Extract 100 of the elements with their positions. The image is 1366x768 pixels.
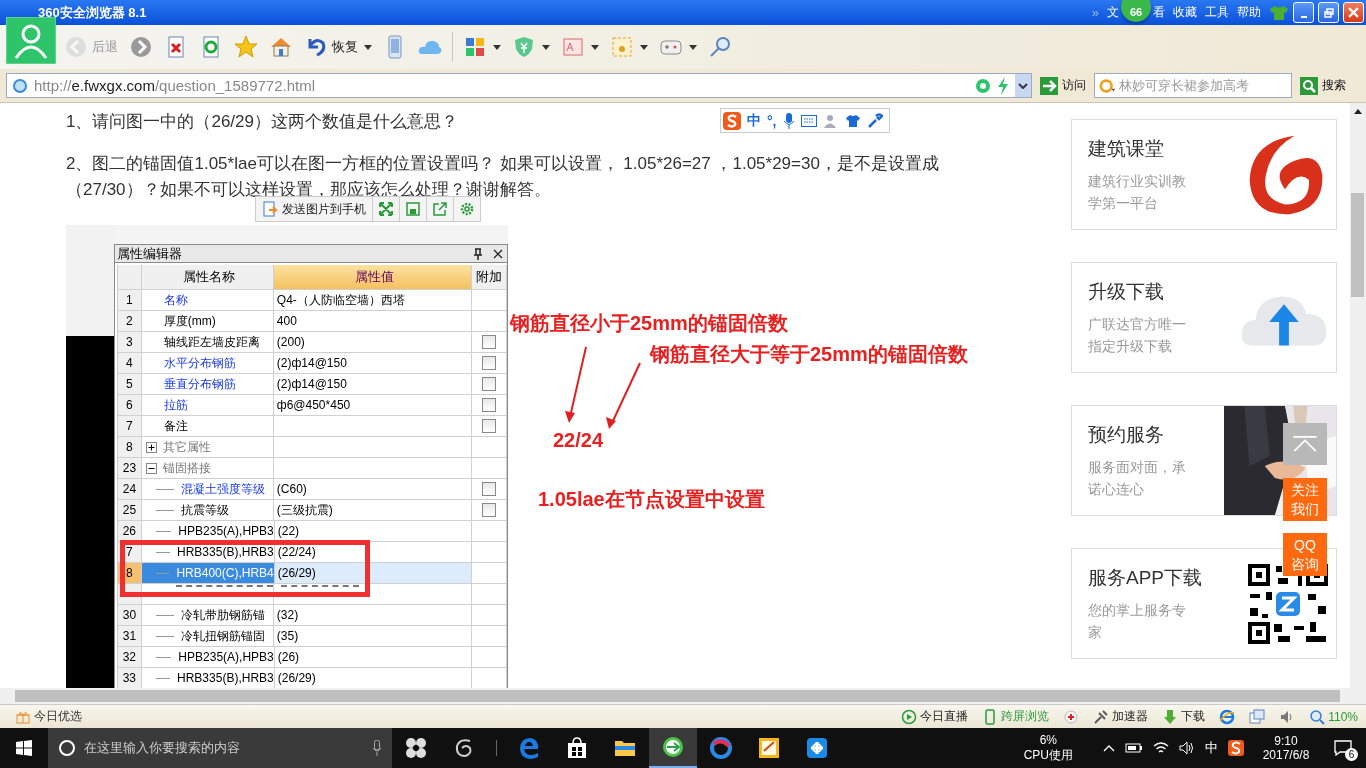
microphone-icon[interactable]: [782, 112, 795, 129]
status-item[interactable]: 今日直播: [901, 708, 969, 725]
dropdown-button[interactable]: [1015, 74, 1031, 97]
battery-icon[interactable]: [1125, 742, 1143, 754]
table-row[interactable]: 6 拉筋 ф6@450*450: [118, 395, 507, 416]
search-button[interactable]: 搜索: [1300, 76, 1346, 95]
toolbar-button[interactable]: [128, 35, 154, 59]
restore-window-button[interactable]: [1318, 2, 1339, 23]
table-row[interactable]: 8 HRB400(C),HRB4 (26/29): [118, 563, 507, 584]
volume-icon[interactable]: [1179, 741, 1195, 755]
pin-icon[interactable]: [473, 247, 483, 260]
expander-icon[interactable]: [145, 462, 157, 474]
table-row[interactable]: 32 HPB235(A),HPB3 (26): [118, 647, 507, 668]
table-row[interactable]: 3 轴线距左墙皮距离 (200): [118, 332, 507, 353]
wifi-icon[interactable]: [1153, 741, 1169, 755]
keyboard-icon[interactable]: [800, 114, 817, 127]
property-name[interactable]: 其它属性: [162, 438, 211, 456]
address-field[interactable]: http://e.fwxgx.com/question_1589772.html: [6, 73, 1032, 98]
close-icon[interactable]: [493, 248, 503, 259]
card-subtitle: 建筑行业实训教学第一平台: [1088, 171, 1187, 213]
ime-mode[interactable]: 中: [747, 111, 761, 130]
question-text: 1、请问图一中的（26/29）这两个数值是什么意思？: [66, 111, 458, 133]
person-icon[interactable]: [822, 112, 839, 129]
expander-icon[interactable]: [145, 441, 157, 453]
table-row[interactable]: 23 锚固搭接: [118, 458, 507, 479]
wrench-icon[interactable]: [866, 112, 883, 129]
sogou-logo-icon[interactable]: [1228, 740, 1244, 756]
service-card[interactable]: 建筑课堂 建筑行业实训教学第一平台: [1071, 119, 1337, 230]
service-card[interactable]: 升级下载 广联达官方唯一指定升级下载: [1071, 262, 1337, 373]
menu-item[interactable]: 看: [1153, 4, 1165, 21]
search-icon: [1300, 76, 1318, 95]
menu-item[interactable]: 收藏: [1173, 4, 1197, 21]
row-number: 30: [118, 605, 142, 625]
property-value: (26/29): [277, 566, 316, 580]
status-item[interactable]: [1249, 708, 1266, 725]
remote-icon: [805, 736, 829, 760]
status-item[interactable]: [1063, 708, 1080, 725]
ime-punctuation[interactable]: °,: [767, 112, 777, 129]
caret-icon[interactable]: [591, 44, 599, 50]
menu-item[interactable]: 工具: [1205, 4, 1229, 21]
status-item[interactable]: 加速器: [1093, 708, 1149, 725]
caret-icon[interactable]: [689, 44, 697, 50]
table-row[interactable]: [118, 584, 507, 605]
circle-icon: [58, 739, 76, 757]
property-name[interactable]: 锚固搭接: [162, 459, 211, 477]
close-button[interactable]: [1343, 2, 1364, 23]
checkbox[interactable]: [482, 398, 497, 412]
toolbar-button[interactable]: 恢复: [303, 35, 373, 59]
caret-icon[interactable]: [364, 44, 372, 50]
checkbox[interactable]: [482, 482, 497, 496]
checkbox[interactable]: [482, 377, 497, 391]
restore-window-icon: [1323, 7, 1334, 18]
taskbar-search-field[interactable]: 在这里输入你要搜索的内容: [48, 728, 392, 768]
shirt-icon[interactable]: [1269, 4, 1289, 21]
shirt-icon[interactable]: [844, 113, 861, 128]
go-button[interactable]: 访问: [1040, 76, 1086, 95]
row-number: 31: [118, 626, 142, 646]
lightning-icon[interactable]: [997, 76, 1009, 95]
minimize-button[interactable]: [1293, 2, 1314, 23]
table-row[interactable]: 30 冷轧带肋钢筋锚 (32): [118, 605, 507, 626]
table-row[interactable]: 5 垂直分布钢筋 (2)ф14@150: [118, 374, 507, 395]
caret-icon[interactable]: [640, 44, 648, 50]
table-row[interactable]: 4 水平分布钢筋 (2)ф14@150: [118, 353, 507, 374]
taskbar-app[interactable]: [649, 728, 697, 768]
menu-item[interactable]: 文: [1107, 4, 1119, 21]
input-language[interactable]: 中: [1205, 739, 1218, 757]
notifications-button[interactable]: 6: [1328, 733, 1358, 763]
caret-icon[interactable]: [542, 44, 550, 50]
avatar-button[interactable]: [6, 17, 56, 64]
scrollbar-thumb[interactable]: [1351, 193, 1364, 297]
table-row[interactable]: 31 冷轧扭钢筋锚固 (35): [118, 626, 507, 647]
caret-icon[interactable]: [493, 44, 501, 50]
microphone-icon[interactable]: [372, 740, 382, 756]
menu-item[interactable]: 帮助: [1237, 4, 1261, 21]
send-to-phone-button[interactable]: 发送图片到手机: [256, 197, 372, 221]
clock[interactable]: 9:10 2017/6/8: [1254, 734, 1318, 762]
sogou-logo-icon[interactable]: [723, 111, 741, 130]
row-number: 1: [118, 290, 142, 310]
table-row[interactable]: 25 抗震等级 (三级抗震): [118, 500, 507, 521]
table-row[interactable]: 24 混凝土强度等级 (C60): [118, 479, 507, 500]
today-picks-link[interactable]: 今日优选: [16, 708, 82, 725]
status-item[interactable]: [1219, 708, 1236, 725]
table-row[interactable]: 7 备注: [118, 416, 507, 437]
table-row[interactable]: 8 其它属性: [118, 437, 507, 458]
annotation-text: 钢筋直径大于等于25mm的锚固倍数: [650, 344, 968, 364]
cpu-indicator[interactable]: 6% CPU使用: [1023, 732, 1073, 764]
row-number: 32: [118, 647, 142, 667]
checkbox[interactable]: [482, 419, 497, 433]
table-row[interactable]: 1 名称 Q4-（人防临空墙）西塔: [118, 290, 507, 311]
checkbox[interactable]: [482, 335, 497, 349]
checkbox[interactable]: [482, 356, 497, 370]
checkbox[interactable]: [482, 503, 497, 517]
search-field[interactable]: 林妙可穿长裙参加高考: [1094, 73, 1292, 98]
scrollbar-thumb[interactable]: [15, 690, 1340, 702]
status-item[interactable]: 下载: [1162, 708, 1206, 725]
aperture-icon[interactable]: [975, 77, 991, 94]
chevron-up-icon[interactable]: [1103, 744, 1115, 752]
table-row[interactable]: 2 厚度(mm) 400: [118, 311, 507, 332]
table-row[interactable]: 26 HPB235(A),HPB3 (22): [118, 521, 507, 542]
fan-icon: [404, 736, 428, 760]
